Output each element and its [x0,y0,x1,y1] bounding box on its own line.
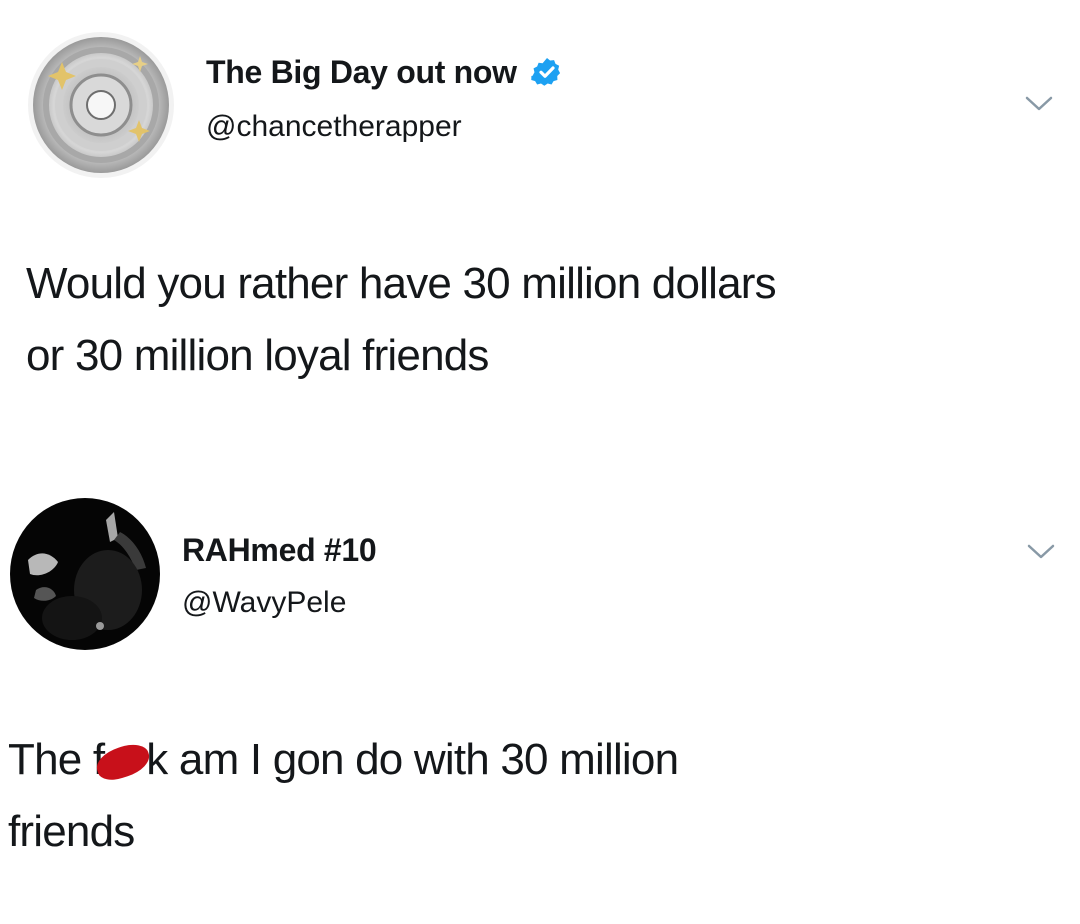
chevron-down-icon[interactable] [1026,542,1056,562]
handle[interactable]: @WavyPele [182,586,346,620]
display-name-text: The Big Day out now [206,54,517,90]
tweet-text: Would you rather have 30 million dollars… [26,248,1066,392]
tweet-text-line-2: or 30 million loyal friends [26,331,489,380]
text-before-censor: The f [8,735,105,784]
disc-avatar-image [28,32,174,178]
tweet-text-line-1: Would you rather have 30 million dollars [26,259,777,308]
display-name[interactable]: RAHmed #10 [182,532,377,569]
text-after-censor: k am I gon do with 30 million [146,735,679,784]
avatar-wavypele[interactable] [10,498,160,650]
display-name[interactable]: The Big Day out now [206,54,563,91]
tweet-wavypele[interactable]: RAHmed #10 @WavyPele The f k am I gon do … [0,470,1080,924]
verified-badge-icon [531,58,561,86]
tweet-text: The f k am I gon do with 30 million frien… [8,724,1048,868]
tweet-text-line-1: The f k am I gon do with 30 million [8,724,1048,796]
tweet-text-line-2: friends [8,807,135,856]
handle[interactable]: @chancetherapper [206,110,462,144]
dark-photo-avatar-image [10,498,160,650]
chevron-down-icon[interactable] [1024,94,1054,114]
tweet-chancetherapper[interactable]: The Big Day out now @chancetherapper Wou… [0,0,1080,440]
avatar-chancetherapper[interactable] [28,32,174,178]
